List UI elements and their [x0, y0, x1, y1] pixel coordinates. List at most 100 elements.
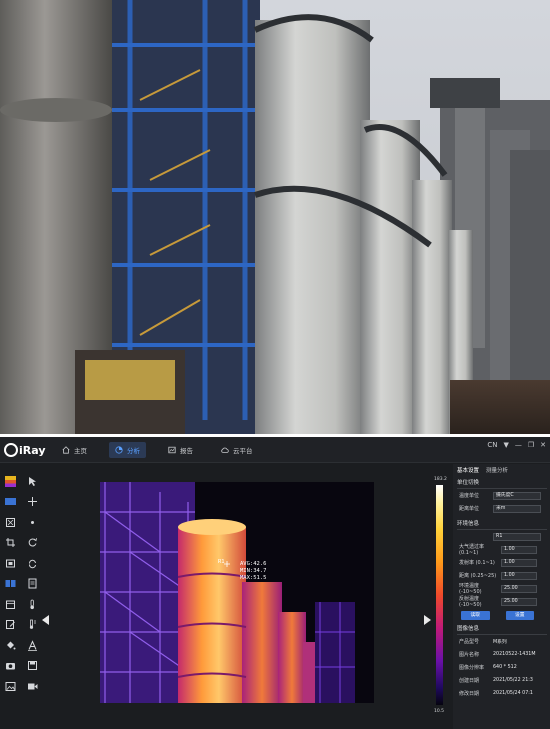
tab-report-label: 报告 — [180, 447, 193, 455]
image-tool[interactable] — [4, 680, 16, 692]
save-icon — [27, 661, 37, 671]
refl-temp-input[interactable]: 25.00 — [501, 597, 537, 606]
resolution-label: 图像分辨率 — [459, 665, 485, 671]
created-row: 创建日期 2021/05/22 21:3 — [457, 674, 550, 687]
frame-tool[interactable] — [4, 557, 16, 569]
save-tool[interactable] — [26, 660, 38, 672]
paint-bucket-icon — [6, 641, 15, 650]
color-swatch-icon — [4, 498, 16, 506]
refresh-icon — [28, 559, 36, 568]
fill-tool[interactable] — [4, 639, 16, 651]
image-name-value: 20210522-1431M — [493, 652, 536, 657]
tab-report[interactable]: 报告 — [162, 442, 199, 458]
crop-tool[interactable] — [4, 537, 16, 549]
avg-temp-readout: AVG:42.6 — [240, 561, 267, 567]
text-tool[interactable] — [26, 639, 38, 651]
region-marker-label: R1 — [218, 559, 225, 565]
rotate-tool[interactable] — [26, 537, 38, 549]
read-button[interactable]: 读取 — [461, 611, 490, 620]
report-icon — [168, 446, 176, 454]
thermal-image[interactable]: R1 AVG:42.6 MIN:34.7 MAX:51.5 — [100, 482, 374, 703]
atm-trans-range: (0.1~1) — [459, 550, 479, 556]
temp-unit-label: 温度单位 — [459, 493, 480, 499]
temp-scale-icon — [29, 619, 36, 630]
edit-tool[interactable] — [4, 619, 16, 631]
env-buttons: 读取 设置 — [461, 611, 550, 620]
image-section-title: 图像信息 — [457, 624, 547, 635]
language-selector[interactable]: CN — [487, 441, 497, 449]
refl-temp-range: (-10~50) — [459, 602, 482, 608]
compare-tool[interactable] — [4, 578, 16, 590]
min-temp-readout: MIN:34.7 — [240, 568, 267, 574]
palette-tool[interactable] — [4, 475, 16, 487]
amb-temp-input[interactable]: 25.00 — [501, 584, 537, 593]
tool-palette — [4, 471, 38, 697]
temperature-scale: 183.2 10.5 — [434, 477, 448, 717]
video-icon — [27, 683, 37, 690]
temp-scale-tool[interactable] — [26, 619, 38, 631]
tab-cloud[interactable]: 云平台 — [215, 442, 259, 458]
home-icon — [62, 446, 70, 454]
edit-doc-icon — [5, 620, 15, 630]
amb-temp-row: 环境温度 (-10~50) 25.00 — [457, 582, 550, 595]
logo-ring-icon — [4, 443, 18, 457]
env-region-select[interactable]: R1 — [493, 532, 541, 541]
dot-tool[interactable] — [26, 516, 38, 528]
distance-input[interactable]: 1.00 — [501, 571, 537, 580]
restore-button[interactable]: ❐ — [528, 441, 534, 449]
photo-drawing — [0, 0, 550, 434]
emissivity-input[interactable]: 1.00 — [501, 558, 537, 567]
cloud-icon — [221, 447, 229, 453]
point-tool[interactable] — [26, 496, 38, 508]
industrial-site-photo — [0, 0, 550, 434]
max-temp-readout: MAX:51.5 — [240, 575, 267, 581]
panel-tabs: 基本设置 测量分析 — [457, 466, 550, 474]
created-value: 2021/05/22 21:3 — [493, 678, 533, 683]
refresh-tool[interactable] — [26, 557, 38, 569]
modified-value: 2021/05/24 07:1 — [493, 691, 533, 696]
thermal-drawing — [100, 482, 374, 703]
set-button[interactable]: 设置 — [505, 611, 534, 620]
image-name-label: 图片名称 — [459, 652, 480, 658]
resolution-row: 图像分辨率 640 * 512 — [457, 661, 550, 674]
tab-measurement-analysis[interactable]: 测量分析 — [486, 466, 508, 474]
distance-range: (0.25~25) — [470, 573, 497, 579]
color-tool[interactable] — [4, 496, 16, 508]
distance-row: 距离 (0.25~25) 1.00 — [457, 569, 550, 582]
minimize-button[interactable]: — — [515, 441, 522, 449]
tab-analysis[interactable]: 分析 — [109, 442, 146, 458]
brand-name: iRay — [19, 443, 46, 457]
amb-temp-label: 环境温度 (-10~50) — [457, 582, 501, 595]
close-button[interactable]: ✕ — [540, 441, 546, 449]
model-value: M系列 — [493, 640, 507, 645]
document-tool[interactable] — [26, 578, 38, 590]
palette-icon — [4, 475, 16, 487]
title-bar: iRay 主页 分析 报告 云平台 CN ▼ — ❐ ✕ — [0, 437, 550, 463]
temp-unit-select[interactable]: 摄氏度C — [493, 491, 541, 500]
emissivity-range: (0.1~1) — [475, 560, 495, 566]
calendar-tool[interactable] — [4, 598, 16, 610]
tab-home[interactable]: 主页 — [56, 442, 93, 458]
video-tool[interactable] — [26, 680, 38, 692]
previous-image-button[interactable] — [42, 615, 49, 625]
thermometer-tool[interactable] — [26, 598, 38, 610]
modified-label: 修改日期 — [459, 691, 480, 697]
chevron-down-icon[interactable]: ▼ — [503, 441, 508, 449]
dist-unit-select[interactable]: 米m — [493, 504, 541, 513]
select-tool[interactable] — [26, 475, 38, 487]
tab-cloud-label: 云平台 — [233, 447, 253, 455]
unit-section-title: 单位切换 — [457, 478, 547, 489]
tab-home-label: 主页 — [74, 447, 87, 455]
scale-gradient-bar[interactable] — [436, 485, 443, 705]
dist-unit-row: 距离单位 米m — [457, 502, 550, 515]
thermal-analysis-app: iRay 主页 分析 报告 云平台 CN ▼ — ❐ ✕ R1 AVG:42.6… — [0, 437, 550, 729]
frame-icon — [5, 559, 15, 568]
compare-icon — [5, 580, 15, 588]
atm-trans-input[interactable]: 1.00 — [501, 545, 537, 554]
distance-label-text: 距离 — [459, 573, 470, 579]
next-image-button[interactable] — [424, 615, 431, 625]
camera-tool[interactable] — [4, 660, 16, 672]
tab-basic-settings[interactable]: 基本设置 — [457, 466, 479, 474]
env-section-title: 环境信息 — [457, 519, 547, 530]
area-tool[interactable] — [4, 516, 16, 528]
